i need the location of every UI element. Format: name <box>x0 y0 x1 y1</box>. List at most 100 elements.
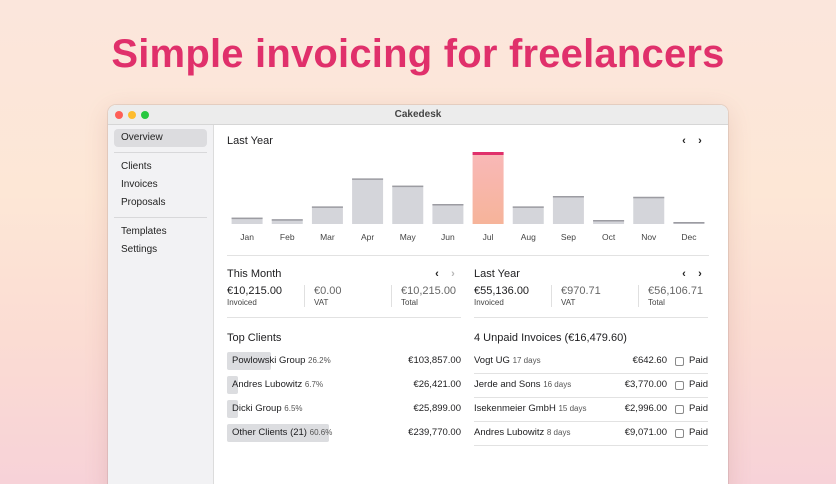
invoice-client: Jerde and Sons 16 days <box>474 379 572 390</box>
client-name: Other Clients (21) 60.6% <box>232 427 333 438</box>
last-year-title: Last Year <box>474 268 520 280</box>
this-month-invoiced: €10,215.00 Invoiced <box>227 285 282 307</box>
section-divider <box>227 317 461 318</box>
chart-tick-label: Jun <box>441 232 455 242</box>
chart-bar-cap <box>552 196 584 198</box>
list-item[interactable]: Dicki Group 6.5% €25,899.00 <box>227 400 461 418</box>
invoice-amount: €2,996.00 <box>624 403 667 414</box>
chart-bar-nov[interactable] <box>633 196 665 224</box>
chart-bar-mar[interactable] <box>311 206 343 224</box>
minimize-window-button[interactable] <box>128 111 136 119</box>
stat-separator <box>391 285 392 307</box>
paid-toggle[interactable]: Paid <box>674 350 708 372</box>
client-percent: 6.5% <box>284 404 303 413</box>
chart-tick-label: Nov <box>641 232 657 242</box>
table-row[interactable]: Andres Lubowitz 8 days €9,071.00 Paid <box>474 422 708 446</box>
chart-tick-label: Feb <box>280 232 295 242</box>
hero-headline: Simple invoicing for freelancers <box>111 32 725 76</box>
sidebar-divider <box>114 217 207 218</box>
list-item[interactable]: Other Clients (21) 60.6% €239,770.00 <box>227 424 461 442</box>
chart-tick-label: Mar <box>320 232 335 242</box>
table-row[interactable]: Isekenmeier GmbH 15 days €2,996.00 Paid <box>474 398 708 422</box>
close-window-button[interactable] <box>115 111 123 119</box>
app-window: Cakedesk Overview Clients Invoices Propo… <box>108 105 728 484</box>
stat-label: Total <box>648 298 665 307</box>
chevron-left-icon[interactable]: ‹ <box>433 268 441 280</box>
list-item[interactable]: Powlowski Group 26.2% €103,857.00 <box>227 352 461 370</box>
invoice-amount: €9,071.00 <box>624 427 667 438</box>
revenue-bar-chart: Jan Feb Mar Apr May Jun Jul Aug Sep Oct Nov Dec <box>231 152 705 242</box>
window-title: Cakedesk <box>394 109 442 120</box>
chart-tick-label: Sep <box>561 232 576 242</box>
client-name: Powlowski Group 26.2% <box>232 355 331 366</box>
last-year-total: €56,106.71 Total <box>648 285 703 307</box>
chart-bar-sep[interactable] <box>552 196 584 224</box>
invoice-age: 15 days <box>558 404 587 413</box>
table-row[interactable]: Vogt UG 17 days €642.60 Paid <box>474 350 708 374</box>
paid-checkbox[interactable] <box>674 428 684 438</box>
invoice-age: 8 days <box>546 428 571 437</box>
main-content: Last Year ‹ › Jan Feb Mar Apr May Jun Jul Aug Se… <box>214 125 728 484</box>
paid-label: Paid <box>688 379 708 390</box>
sidebar-item-overview[interactable]: Overview <box>114 129 207 147</box>
sidebar-item-invoices[interactable]: Invoices <box>114 176 207 194</box>
stat-value: €55,136.00 <box>474 285 530 297</box>
chevron-right-icon[interactable]: › <box>696 268 704 280</box>
client-amount: €239,770.00 <box>408 427 461 438</box>
client-amount: €25,899.00 <box>413 403 461 414</box>
sidebar-item-templates[interactable]: Templates <box>114 223 207 241</box>
chart-bar-cap <box>512 206 544 208</box>
stat-value: €0.00 <box>314 285 342 297</box>
chart-tick-label: Aug <box>521 232 536 242</box>
sidebar: Overview Clients Invoices Proposals Temp… <box>108 125 214 484</box>
chart-tick-label: Jan <box>240 232 254 242</box>
client-name: Andres Lubowitz 6.7% <box>232 379 324 390</box>
table-row[interactable]: Jerde and Sons 16 days €3,770.00 Paid <box>474 374 708 398</box>
last-year-invoiced: €55,136.00 Invoiced <box>474 285 529 307</box>
chart-bar-cap <box>472 152 504 155</box>
client-amount: €26,421.00 <box>413 379 461 390</box>
chart-bar-cap <box>593 220 625 222</box>
stat-label: Invoiced <box>474 298 504 307</box>
invoice-client: Andres Lubowitz 8 days <box>474 427 571 438</box>
stat-value: €10,215.00 <box>227 285 283 297</box>
stat-separator <box>304 285 305 307</box>
paid-toggle[interactable]: Paid <box>674 398 708 420</box>
chart-bar-cap <box>271 219 303 221</box>
invoice-client: Vogt UG 17 days <box>474 355 541 366</box>
chevron-left-icon[interactable]: ‹ <box>680 268 688 280</box>
chart-bar-cap <box>633 196 665 199</box>
this-month-title: This Month <box>227 268 282 280</box>
unpaid-invoices-title: 4 Unpaid Invoices (€16,479.60) <box>474 332 627 344</box>
section-divider <box>227 255 709 256</box>
chart-bar-jun[interactable] <box>432 204 464 224</box>
sidebar-item-settings[interactable]: Settings <box>114 241 207 259</box>
client-percent: 60.6% <box>309 428 333 437</box>
stat-separator <box>638 285 639 307</box>
paid-label: Paid <box>688 355 708 366</box>
chart-bar-jul[interactable] <box>472 152 504 224</box>
paid-toggle[interactable]: Paid <box>674 374 708 396</box>
top-clients-title: Top Clients <box>227 332 282 344</box>
zoom-window-button[interactable] <box>141 111 149 119</box>
list-item[interactable]: Andres Lubowitz 6.7% €26,421.00 <box>227 376 461 394</box>
last-year-nav: ‹ › <box>680 268 704 280</box>
paid-toggle[interactable]: Paid <box>674 422 708 444</box>
chart-bar-may[interactable] <box>392 185 424 224</box>
invoice-age: 16 days <box>543 380 572 389</box>
paid-label: Paid <box>688 403 708 414</box>
sidebar-item-clients[interactable]: Clients <box>114 158 207 176</box>
chart-bar-apr[interactable] <box>352 178 384 224</box>
client-percent: 26.2% <box>308 356 331 365</box>
stat-label: VAT <box>314 298 329 307</box>
chart-tick-label: May <box>400 232 417 242</box>
chart-bar-aug[interactable] <box>512 206 544 224</box>
stat-label: Total <box>401 298 418 307</box>
paid-checkbox[interactable] <box>674 356 684 366</box>
chart-tick-label: Jul <box>483 232 494 242</box>
invoice-age: 17 days <box>512 356 541 365</box>
paid-checkbox[interactable] <box>674 404 684 414</box>
sidebar-item-proposals[interactable]: Proposals <box>114 194 207 212</box>
section-divider <box>474 317 708 318</box>
paid-checkbox[interactable] <box>674 380 684 390</box>
